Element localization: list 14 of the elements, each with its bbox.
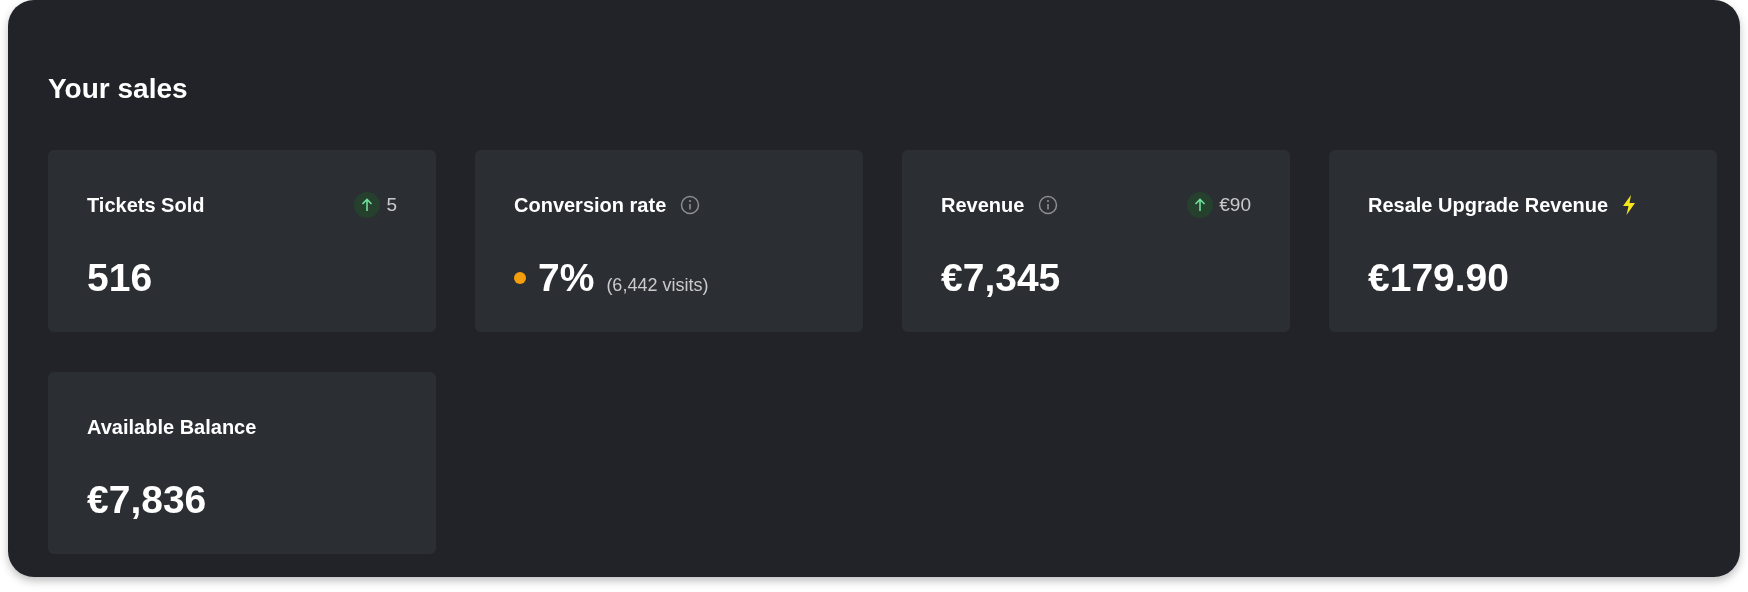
card-label: Resale Upgrade Revenue bbox=[1368, 192, 1609, 218]
stat-value: 516 bbox=[87, 256, 153, 300]
card-label: Conversion rate bbox=[514, 192, 667, 218]
trend-value: €90 bbox=[1219, 192, 1251, 217]
card-label: Tickets Sold bbox=[87, 192, 205, 218]
card-label: Available Balance bbox=[87, 414, 257, 440]
stat-value: 7% bbox=[538, 256, 595, 300]
visits-note: (6,442 visits) bbox=[606, 273, 709, 297]
stat-value: €7,345 bbox=[941, 256, 1061, 300]
stat-value: €7,836 bbox=[87, 478, 207, 522]
stat-value: €179.90 bbox=[1368, 256, 1509, 300]
card-label: Revenue bbox=[941, 192, 1025, 218]
trend-value: 5 bbox=[386, 192, 397, 217]
section-title: Your sales bbox=[48, 74, 189, 105]
